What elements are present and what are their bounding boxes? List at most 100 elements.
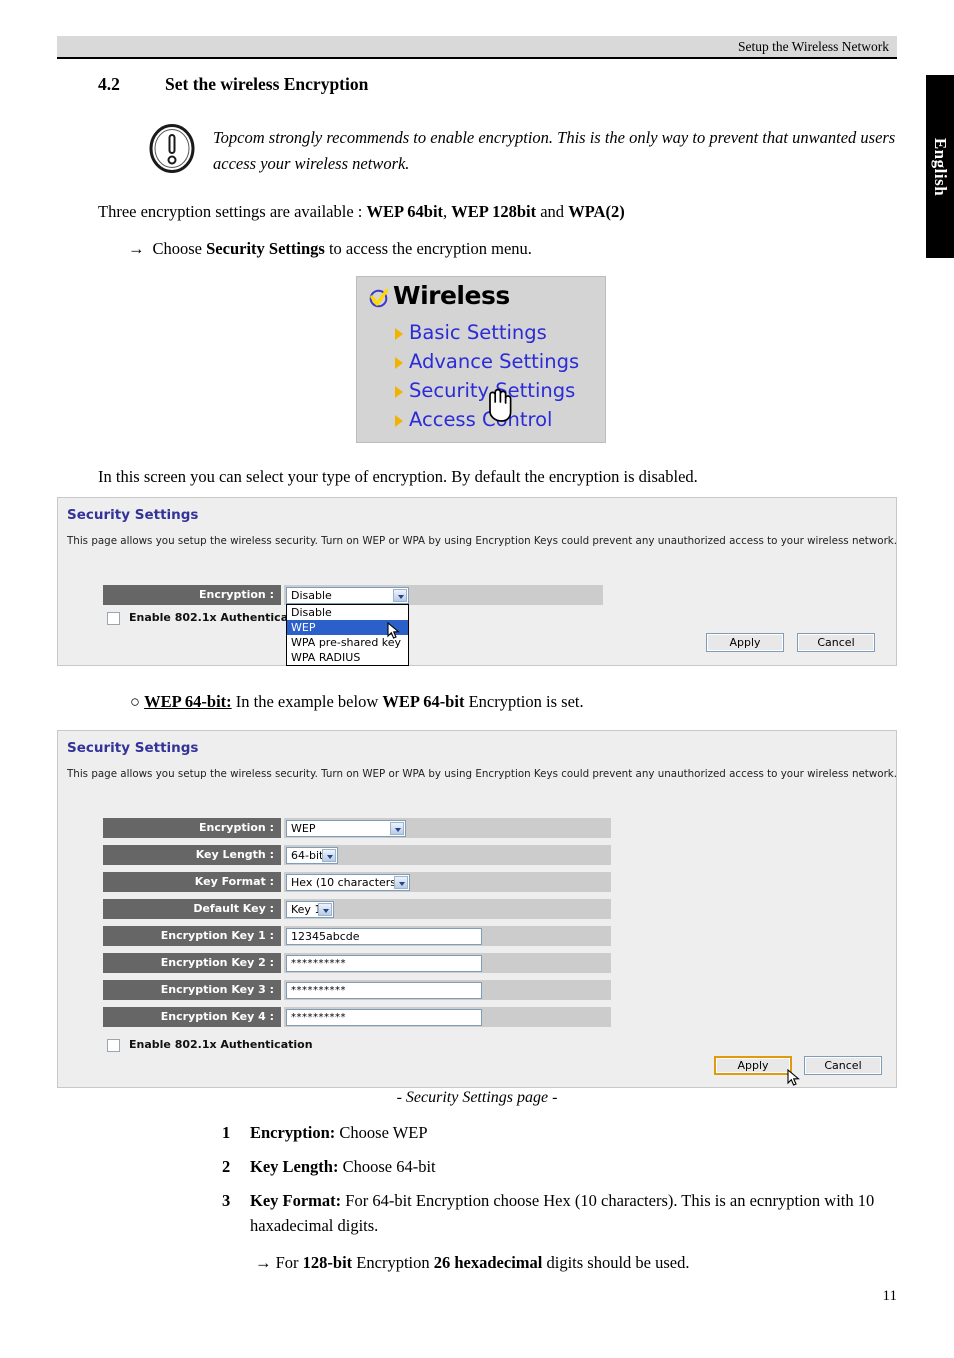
dropdown-option-wpa-radius[interactable]: WPA RADIUS <box>287 650 408 665</box>
step-number-3: 3 <box>222 1191 231 1210</box>
wireless-menu-item-access-control[interactable]: Access Control <box>409 408 552 431</box>
sub-step-prefix: For <box>271 1253 303 1272</box>
triangle-right-icon <box>395 357 403 369</box>
chevron-down-icon[interactable] <box>318 903 332 916</box>
key-length-select-value: 64-bit <box>291 849 324 862</box>
running-header-title: Setup the Wireless Network <box>737 39 889 54</box>
cancel-button-one[interactable]: Cancel <box>797 633 875 652</box>
encryption-select-value: Disable <box>291 589 332 602</box>
list-item: 2 Key Length: Choose 64-bit <box>222 1154 912 1179</box>
hand-pointer-cursor <box>482 388 512 422</box>
three-settings-prefix: Three encryption settings are available … <box>98 202 367 221</box>
figure-caption: - Security Settings page - <box>396 1089 558 1106</box>
chevron-down-icon[interactable] <box>390 822 404 835</box>
row-field-encryption-key-1: 12345abcde <box>284 926 611 946</box>
row-label-encryption-key-4: Encryption Key 4 : <box>103 1007 281 1027</box>
row-label-encryption-key-3: Encryption Key 3 : <box>103 980 281 1000</box>
wep64-bullet-bold: WEP 64-bit <box>382 692 465 711</box>
default-key-select-value: Key 1 <box>291 903 322 916</box>
row-field-default-key: Key 1 <box>284 899 611 919</box>
sub-step-line: → For 128-bit Encryption 26 hexadecimal … <box>255 1250 915 1275</box>
wep64-bullet-end: Encryption is set. <box>464 692 584 711</box>
wireless-menu-item-advance-settings[interactable]: Advance Settings <box>409 350 579 373</box>
sub-step-bold-26hex: 26 hexadecimal <box>433 1253 543 1272</box>
triangle-right-icon <box>395 386 403 398</box>
wep128-bold: WEP 128bit <box>451 202 537 221</box>
row-field-key-length: 64-bit <box>284 845 611 865</box>
arrow-cursor <box>787 1068 800 1087</box>
encryption-key-4-input[interactable]: ********** <box>286 1009 482 1026</box>
row-field-encryption-key-3: ********** <box>284 980 611 1000</box>
sub-step-text: → For 128-bit Encryption 26 hexadecimal … <box>255 1250 915 1275</box>
table-row: Encryption Key 1 : 12345abcde <box>103 926 611 946</box>
triangle-right-icon <box>395 415 403 427</box>
wireless-menu-title: Wireless <box>393 281 510 310</box>
encryption-settings-paragraph: Three encryption settings are available … <box>98 200 898 224</box>
table-row: Encryption Key 2 : ********** <box>103 953 611 973</box>
encryption-field-cell: Disable <box>284 585 603 605</box>
arrow-cursor <box>387 621 400 640</box>
encryption-key-2-input[interactable]: ********** <box>286 955 482 972</box>
list-item: 3 Key Format: For 64-bit Encryption choo… <box>222 1188 882 1238</box>
row-label-encryption-key-2: Encryption Key 2 : <box>103 953 281 973</box>
row-field-encryption-key-2: ********** <box>284 953 611 973</box>
apply-button-two[interactable]: Apply <box>714 1056 792 1075</box>
enable-8021x-checkbox[interactable] <box>107 612 120 625</box>
enable-8021x-label: Enable 802.1x Authentication <box>129 1038 313 1051</box>
default-key-select[interactable]: Key 1 <box>286 901 334 918</box>
exclamation-oval-icon <box>149 124 195 173</box>
running-header-band: Setup the Wireless Network <box>57 36 897 57</box>
arrow-glyph-icon: → <box>255 1253 272 1272</box>
encryption-select-value: WEP <box>291 822 316 835</box>
encryption-key-3-input[interactable]: ********** <box>286 982 482 999</box>
wep64-bullet-label: WEP 64-bit: <box>144 692 232 711</box>
row-label-key-length: Key Length : <box>103 845 281 865</box>
sub-step-suffix: digits should be used. <box>542 1253 690 1272</box>
header-rule <box>57 57 897 59</box>
chevron-down-icon[interactable] <box>394 876 408 889</box>
arrow-glyph-icon: → <box>128 239 145 258</box>
language-tab-label: English <box>931 137 950 196</box>
panel-one-description: This page allows you setup the wireless … <box>67 535 898 547</box>
key-format-select-value: Hex (10 characters) <box>291 876 401 889</box>
wireless-menu-item-basic-settings[interactable]: Basic Settings <box>409 321 547 344</box>
table-row: Encryption Key 3 : ********** <box>103 980 611 1000</box>
and-sep: and <box>536 202 569 221</box>
apply-button-one[interactable]: Apply <box>706 633 784 652</box>
enable-8021x-checkbox[interactable] <box>107 1039 120 1052</box>
key-format-select[interactable]: Hex (10 characters) <box>286 874 410 891</box>
step-1-bold: Encryption: <box>250 1123 336 1142</box>
dropdown-option-disable[interactable]: Disable <box>287 605 408 620</box>
encryption-dropdown-list[interactable]: Disable WEP WPA pre-shared key WPA RADIU… <box>286 604 409 666</box>
row-field-key-format: Hex (10 characters) <box>284 872 611 892</box>
choose-bold: Security Settings <box>206 239 325 258</box>
encryption-label: Encryption : <box>103 585 281 605</box>
list-item: 1 Encryption: Choose WEP <box>222 1120 912 1145</box>
key-length-select[interactable]: 64-bit <box>286 847 338 864</box>
encryption-key-1-input[interactable]: 12345abcde <box>286 928 482 945</box>
bullet-circle-icon: ○ <box>130 692 140 711</box>
page-number: 11 <box>882 1288 897 1304</box>
triangle-right-icon <box>395 328 403 340</box>
encryption-select[interactable]: Disable <box>286 587 409 604</box>
security-settings-panel-two: Security Settings This page allows you s… <box>57 730 897 1088</box>
chevron-down-icon[interactable] <box>393 589 407 602</box>
row-label-default-key: Default Key : <box>103 899 281 919</box>
table-row: Key Format : Hex (10 characters) <box>103 872 611 892</box>
table-row: Encryption : WEP <box>103 818 611 838</box>
page-title: Set the wireless Encryption <box>165 74 369 94</box>
wep64-bold: WEP 64bit <box>366 202 444 221</box>
encryption-select[interactable]: WEP <box>286 820 406 837</box>
encryption-row: Encryption : Disable <box>103 585 603 605</box>
section-number: 4.2 <box>98 74 120 94</box>
wep64-bullet-mid: In the example below <box>231 692 383 711</box>
note-text: Topcom strongly recommends to enable enc… <box>213 128 896 173</box>
step-2-rest: Choose 64-bit <box>338 1157 436 1176</box>
panel-two-title: Security Settings <box>67 740 199 756</box>
step-number-1: 1 <box>222 1123 231 1142</box>
cancel-button-two[interactable]: Cancel <box>804 1056 882 1075</box>
wep64-bullet-line: ○ WEP 64-bit: In the example below WEP 6… <box>130 690 920 714</box>
row-label-encryption-key-1: Encryption Key 1 : <box>103 926 281 946</box>
chevron-down-icon[interactable] <box>322 849 336 862</box>
step-1-rest: Choose WEP <box>335 1123 428 1142</box>
